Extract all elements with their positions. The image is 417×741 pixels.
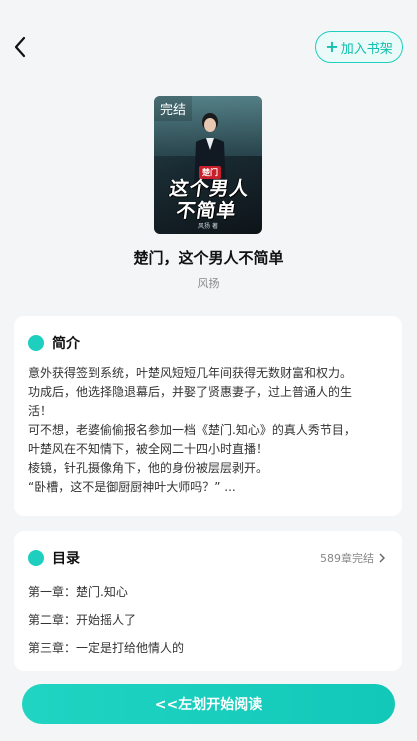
book-author: 风扬 <box>197 277 220 290</box>
cover-title: 这个男人 不简单 <box>155 178 261 222</box>
intro-text: 意外获得签到系统，叶楚风短短几年间获得无数财富和权力。 功成后，他选择隐退幕后，… <box>28 364 388 497</box>
intro-card: 简介 意外获得签到系统，叶楚风短短几年间获得无数财富和权力。 功成后，他选择隐退… <box>14 316 402 516</box>
back-button[interactable] <box>8 32 34 62</box>
add-to-shelf-button[interactable]: + 加入书架 <box>315 31 403 63</box>
intro-line: 可不想，老婆偷偷报名参加一档《楚门.知心》的真人秀节目， <box>28 423 356 437</box>
toc-chapter-count-link[interactable]: 589章完结 <box>320 550 386 566</box>
toc-header: 目录 <box>28 548 80 568</box>
cover-title-line: 这个男人 <box>167 178 252 200</box>
chapter-item[interactable]: 第一章：楚门.知心 <box>28 583 128 600</box>
cover-status-tag: 完结 <box>154 96 193 121</box>
intro-line: 意外获得签到系统，叶楚风短短几年间获得无数财富和权力。 <box>28 366 353 380</box>
start-reading-button[interactable]: <<左划开始阅读 <box>22 684 395 724</box>
section-dot-icon <box>28 335 44 351</box>
top-bar: + 加入书架 <box>0 0 417 95</box>
toc-chapter-count: 589章完结 <box>320 552 374 565</box>
chapter-item[interactable]: 第三章：一定是打给他情人的 <box>28 639 184 656</box>
toc-card: 目录 589章完结 第一章：楚门.知心 第二章：开始摇人了 第三章：一定是打给他… <box>14 531 402 671</box>
cover-author: 风扬 著 <box>198 223 218 230</box>
intro-heading: 简介 <box>52 336 80 352</box>
intro-line: 棱镜，针孔摄像角下，他的身份被层层剥开。 <box>28 461 269 475</box>
book-title: 楚门，这个男人不简单 <box>133 249 284 267</box>
intro-line: 功成后，他选择隐退幕后，并娶了贤惠妻子，过上普通人的生 <box>28 385 353 399</box>
intro-line: 活！ <box>28 404 53 418</box>
section-dot-icon <box>28 550 44 566</box>
chapter-item[interactable]: 第二章：开始摇人了 <box>28 611 136 628</box>
book-cover: 完结 楚门 这个男人 不简单 风扬 著 <box>154 96 262 234</box>
plus-icon: + <box>325 37 339 56</box>
intro-line: “卧槽，这不是御厨厨神叶大师吗？” ... <box>28 480 236 494</box>
back-arrow-icon <box>14 36 26 58</box>
toc-heading: 目录 <box>52 551 80 567</box>
chevron-right-icon <box>379 553 385 563</box>
intro-line: 叶楚风在不知情下，被全网二十四小时直播！ <box>28 442 269 456</box>
intro-header: 简介 <box>28 333 80 353</box>
cover-title-line: 不简单 <box>174 200 238 222</box>
add-to-shelf-label: 加入书架 <box>340 41 393 57</box>
